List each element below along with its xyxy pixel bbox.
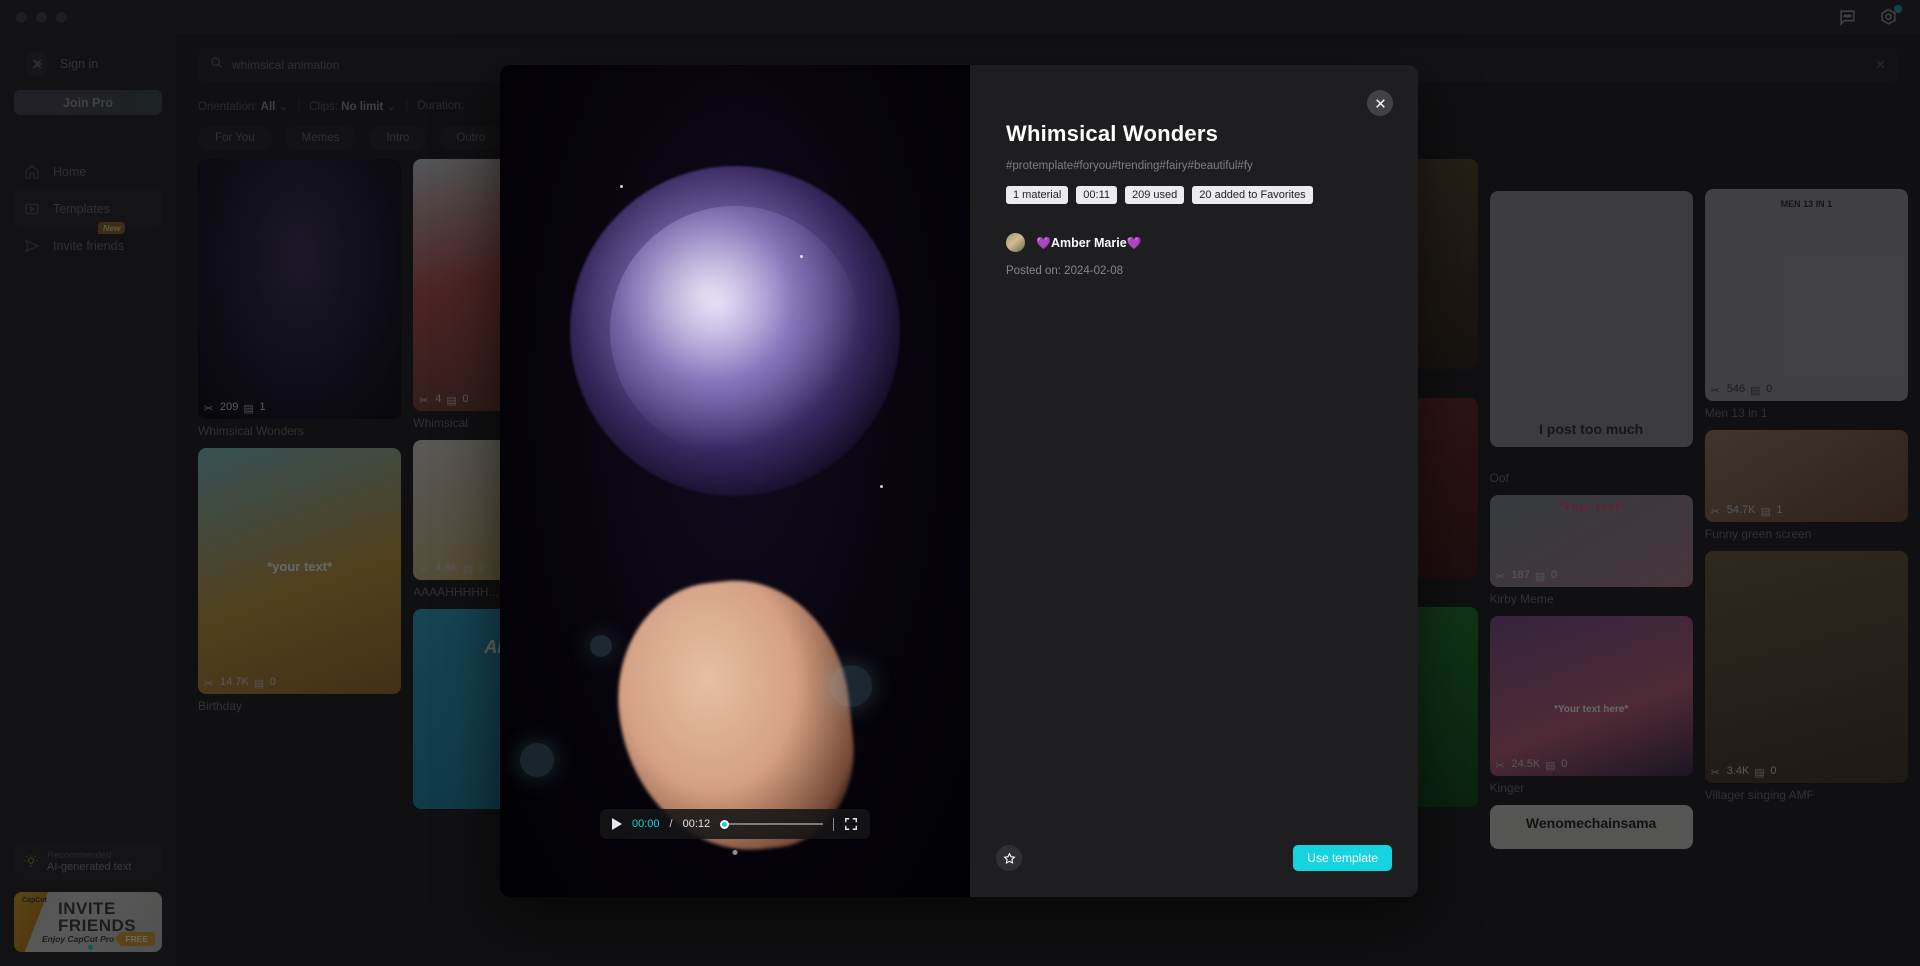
video-player[interactable]: 00:00 / 00:12 xyxy=(500,65,970,897)
avatar xyxy=(1006,233,1025,252)
status-badge: 1 material xyxy=(1006,186,1069,204)
capcut-window: Sign in Join Pro Home Template xyxy=(0,0,1920,966)
status-badge: 20 added to Favorites xyxy=(1192,186,1313,204)
bokeh xyxy=(830,665,872,707)
page-title: Whimsical Wonders xyxy=(1006,121,1219,146)
posted-date: Posted on: 2024-02-08 xyxy=(1006,265,1124,277)
heart-icon-right: 💜 xyxy=(1126,235,1142,250)
status-badge: 00:11 xyxy=(1076,186,1118,204)
time-separator: / xyxy=(669,818,673,830)
author-row[interactable]: 💜Amber Marie💜 xyxy=(1006,233,1382,252)
progress-slider[interactable] xyxy=(720,817,823,831)
video-frame-orb-core xyxy=(610,206,860,457)
template-tags: #protemplate#foryou#trending#fairy#beaut… xyxy=(1006,160,1253,172)
bokeh xyxy=(590,635,612,657)
template-badges: 1 material 00:11 209 used 20 added to Fa… xyxy=(1006,186,1382,204)
modal-footer: Use template xyxy=(970,819,1418,897)
duration: 00:12 xyxy=(682,818,711,830)
current-time: 00:00 xyxy=(632,818,660,830)
video-controls[interactable]: 00:00 / 00:12 xyxy=(600,809,870,839)
use-template-label: Use template xyxy=(1307,851,1378,865)
star-icon[interactable] xyxy=(996,845,1022,871)
carousel-indicator[interactable] xyxy=(732,850,738,855)
template-detail-modal: 00:00 / 00:12 Whimsical Wonders #protemp… xyxy=(500,65,1418,897)
use-template-button[interactable]: Use template xyxy=(1293,845,1392,871)
bokeh xyxy=(520,743,554,777)
template-info: Whimsical Wonders #protemplate#foryou#tr… xyxy=(970,65,1418,897)
progress-handle[interactable] xyxy=(720,819,730,829)
close-icon[interactable] xyxy=(1367,90,1393,116)
author-name: Amber Marie xyxy=(1050,235,1127,250)
fullscreen-icon[interactable] xyxy=(844,817,858,831)
heart-icon-left: 💜 xyxy=(1036,235,1051,250)
play-icon[interactable] xyxy=(612,818,622,830)
status-badge: 209 used xyxy=(1125,186,1185,204)
divider xyxy=(833,817,834,831)
